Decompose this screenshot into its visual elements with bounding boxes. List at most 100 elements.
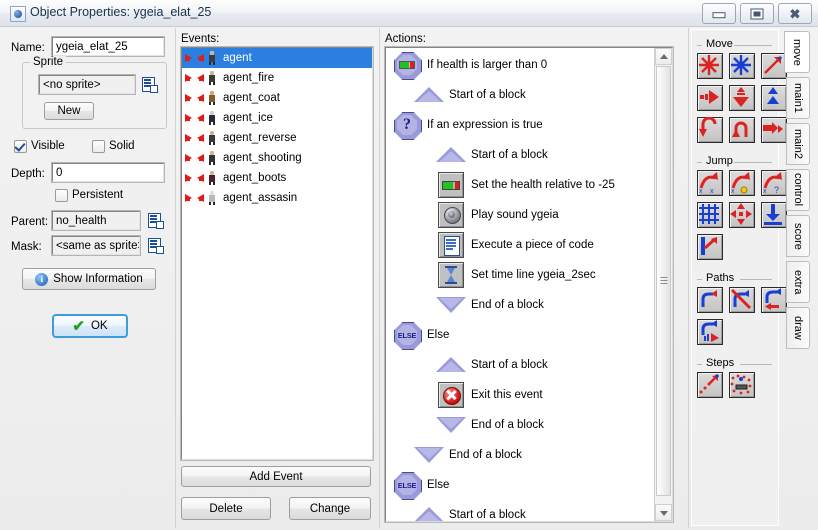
action-list-item[interactable]: End of a block [386, 290, 648, 320]
action-list-item[interactable]: End of a block [386, 410, 648, 440]
add-event-button[interactable]: Add Event [181, 466, 371, 487]
action-tab-label: move [791, 38, 803, 66]
event-list-item[interactable]: agent_boots [182, 168, 372, 188]
action-tab-main1[interactable]: main1 [786, 77, 810, 119]
toolbar-section-title: Move [704, 38, 735, 50]
show-information-button[interactable]: i Show Information [22, 268, 156, 290]
sprite-input[interactable]: <no sprite> [38, 74, 136, 95]
health-question-octagon [394, 52, 422, 80]
reverse-vertical-icon[interactable] [729, 117, 755, 143]
collision-event-icon [185, 150, 204, 166]
reverse-horizontal-icon[interactable] [697, 116, 723, 143]
collision-event-icon [185, 130, 204, 146]
parent-input[interactable]: no_health [51, 210, 141, 231]
action-label: If health is larger than 0 [427, 59, 548, 71]
action-icon-wrap [414, 87, 444, 103]
action-list-item[interactable]: Play sound ygeia [386, 200, 648, 230]
toolbar-section-title: Steps [704, 357, 737, 369]
move-fixed-icon[interactable] [697, 53, 723, 79]
minimize-button[interactable] [702, 3, 736, 24]
sprite-menu-icon[interactable] [142, 77, 158, 93]
action-tab-label: main2 [792, 129, 804, 159]
divider-right [688, 28, 689, 528]
sprite-thumbnail [206, 110, 217, 126]
sprite-new-button[interactable]: New [44, 102, 94, 120]
parent-menu-icon[interactable] [148, 213, 164, 229]
set-path-icon[interactable] [697, 287, 723, 313]
ok-button[interactable]: ✔ OK [52, 314, 128, 338]
visible-checkbox[interactable] [14, 140, 27, 153]
event-list-item[interactable]: agent_assasin [182, 188, 372, 208]
events-list[interactable]: agent agent_fire agent_coat agent_ice agent_… [180, 46, 374, 461]
speed-vertical-icon[interactable] [729, 85, 755, 111]
jump-to-start-icon[interactable]: x [729, 170, 755, 196]
end-path-icon[interactable] [729, 287, 755, 313]
mask-input[interactable]: <same as sprite> [51, 235, 141, 256]
scroll-down-button[interactable] [655, 504, 672, 521]
align-to-grid-icon[interactable] [697, 202, 723, 228]
divider-mid [379, 28, 380, 528]
action-label: Execute a piece of code [471, 239, 594, 251]
action-list-item[interactable]: ELSE Else [386, 320, 648, 350]
event-list-item[interactable]: agent_coat [182, 88, 372, 108]
action-tab-extra[interactable]: extra [786, 261, 810, 303]
action-list-item[interactable]: Start of a block [386, 350, 648, 380]
action-list-item[interactable]: ? If an expression is true [386, 110, 648, 140]
action-list-item[interactable]: Set time line ygeia_2sec [386, 260, 648, 290]
event-list-item[interactable]: agent_ice [182, 108, 372, 128]
action-list-item[interactable]: Start of a block [386, 80, 648, 110]
jump-to-position-icon[interactable]: xx [697, 170, 723, 196]
event-list-item[interactable]: agent_shooting [182, 148, 372, 168]
section-rule [697, 45, 702, 46]
persistent-checkbox[interactable] [55, 189, 68, 202]
event-list-item[interactable]: agent [182, 48, 372, 68]
path-speed-icon[interactable] [697, 319, 723, 345]
action-tab-strip[interactable]: move main1 main2 control score extra draw [782, 29, 816, 526]
event-list-item[interactable]: agent_fire [182, 68, 372, 88]
window-controls: ✖ [702, 3, 812, 24]
scroll-thumb[interactable] [656, 66, 671, 496]
action-list-item[interactable]: Execute a piece of code [386, 230, 648, 260]
action-tab-label: control [792, 173, 804, 207]
change-button[interactable]: Change [289, 497, 371, 520]
collision-event-icon [185, 70, 204, 86]
close-icon[interactable]: ✖ [778, 3, 812, 24]
info-icon: i [35, 272, 49, 286]
step-towards-icon[interactable] [697, 372, 723, 398]
action-list-item[interactable]: Set the health relative to -25 [386, 170, 648, 200]
actions-list[interactable]: If health is larger than 0 Start of a blo… [386, 50, 648, 521]
delete-button[interactable]: Delete [181, 497, 271, 520]
actions-scrollbar[interactable] [654, 48, 672, 521]
scroll-up-button[interactable] [655, 48, 672, 65]
step-avoiding-icon[interactable] [729, 372, 755, 398]
actions-title: Actions: [385, 33, 426, 45]
maximize-button[interactable] [740, 3, 774, 24]
svg-text:x: x [731, 188, 735, 194]
actions-listbox: If health is larger than 0 Start of a blo… [384, 46, 674, 523]
depth-input[interactable]: 0 [51, 162, 165, 183]
action-list-item[interactable]: Start of a block [386, 500, 648, 521]
solid-checkbox[interactable] [92, 140, 105, 153]
name-input[interactable]: ygeia_elat_25 [51, 36, 165, 57]
action-tab-label: main1 [792, 83, 804, 113]
action-list-item[interactable]: Start of a block [386, 140, 648, 170]
action-tab-control[interactable]: control [786, 169, 810, 211]
speed-horizontal-icon[interactable] [697, 85, 723, 111]
block-start-arrow-up [436, 147, 466, 163]
action-list-item[interactable]: ELSE Else [386, 470, 648, 500]
action-tab-main2[interactable]: main2 [786, 123, 810, 165]
action-tab-score[interactable]: score [786, 215, 810, 257]
window-title: Object Properties: ygeia_elat_25 [30, 5, 212, 19]
move-free-icon[interactable] [729, 53, 755, 79]
action-icon-wrap [436, 296, 466, 314]
mask-menu-icon[interactable] [148, 238, 164, 254]
action-list-item[interactable]: Exit this event [386, 380, 648, 410]
event-list-item[interactable]: agent_reverse [182, 128, 372, 148]
action-icon-wrap [414, 446, 444, 464]
wrap-screen-icon[interactable] [729, 202, 755, 228]
action-tab-draw[interactable]: draw [786, 307, 810, 349]
action-list-item[interactable]: End of a block [386, 440, 648, 470]
action-tab-move[interactable]: move [784, 31, 810, 73]
action-list-item[interactable]: If health is larger than 0 [386, 50, 648, 80]
bounce-icon[interactable] [697, 234, 723, 260]
